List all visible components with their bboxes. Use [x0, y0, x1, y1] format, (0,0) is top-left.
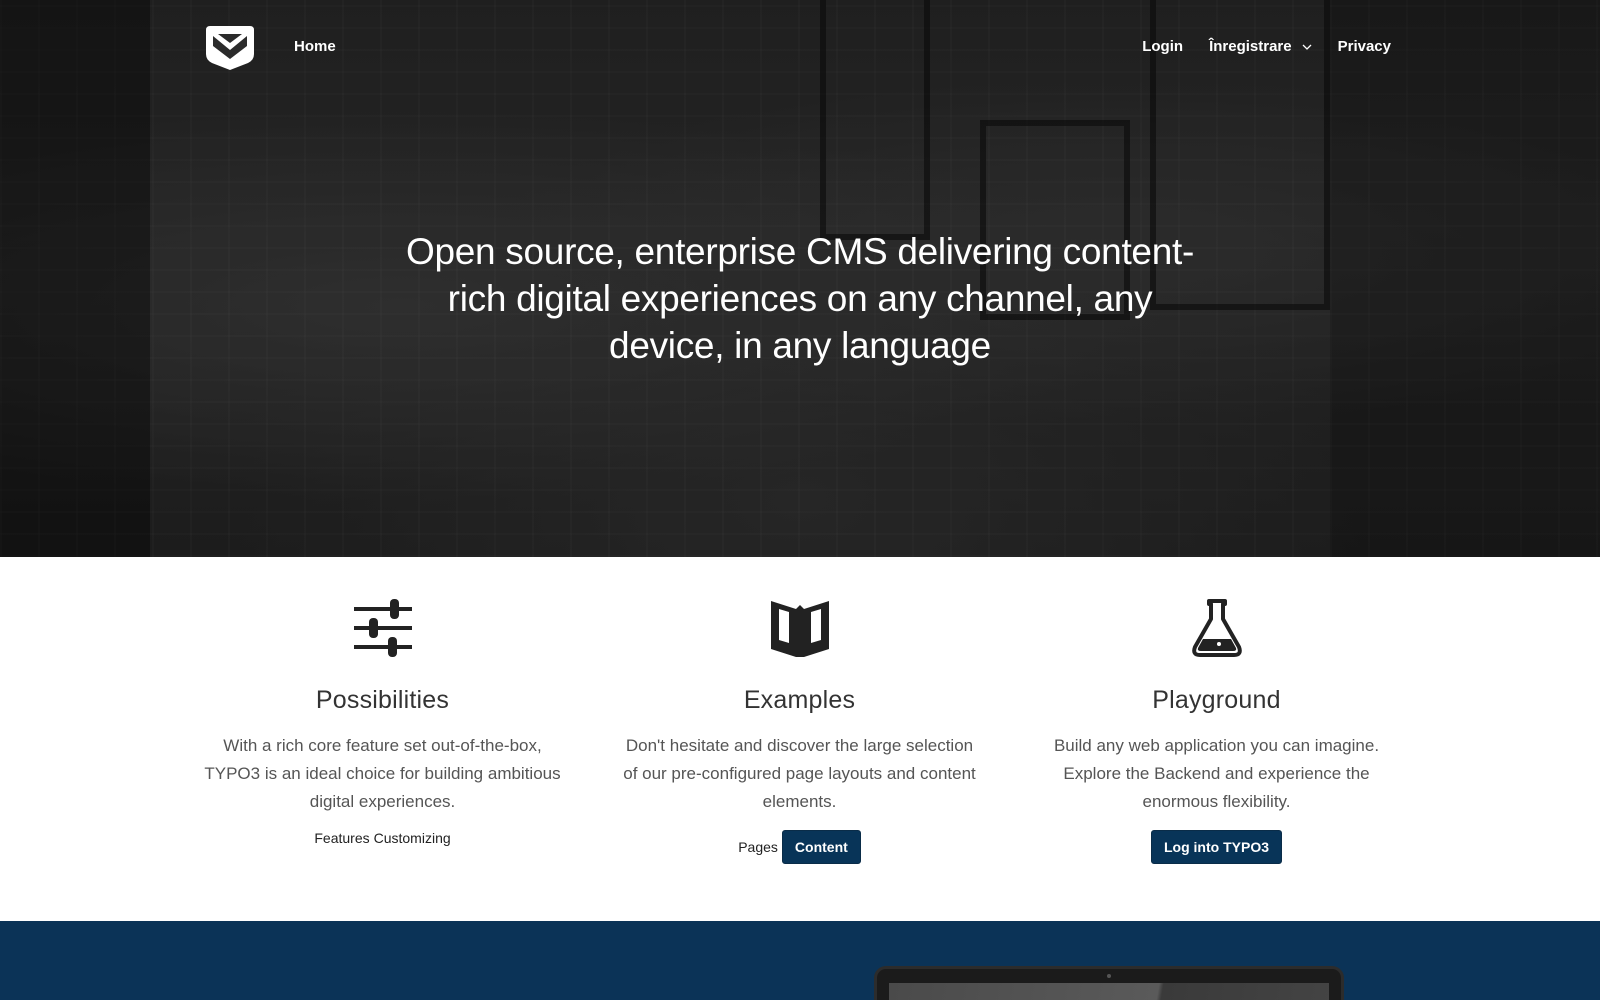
features-section: Possibilities With a rich core feature s…: [0, 557, 1600, 921]
content-button[interactable]: Content: [781, 830, 861, 864]
feature-description: Don't hesitate and discover the large se…: [623, 736, 976, 811]
feature-icon-wrapper: [617, 595, 982, 661]
nav-home-link[interactable]: Home: [294, 38, 336, 55]
hero-title: Open source, enterprise CMS delivering c…: [406, 231, 1194, 366]
nav-privacy-label: Privacy: [1337, 38, 1391, 55]
feature-description: With a rich core feature set out-of-the-…: [204, 736, 561, 811]
nav-register-dropdown[interactable]: Înregistrare: [1209, 38, 1312, 55]
pages-link[interactable]: Pages: [738, 839, 778, 855]
feature-title: Playground: [1152, 686, 1281, 714]
sliders-icon: [353, 599, 412, 657]
feature-playground: Playground Build any web application you…: [1034, 595, 1399, 864]
feature-actions: Log into TYPO3: [1034, 830, 1399, 864]
feature-actions: Pages Content: [617, 830, 982, 864]
hero-section: Home Login Înregistrare Privacy Open sou…: [0, 0, 1600, 557]
feature-icon-wrapper: [200, 595, 565, 661]
top-navigation: Home Login Înregistrare Privacy: [0, 0, 1600, 95]
feature-possibilities: Possibilities With a rich core feature s…: [200, 595, 565, 846]
feature-title: Examples: [743, 686, 856, 714]
feature-title: Possibilities: [315, 686, 450, 714]
chevron-down-icon: [1302, 44, 1312, 50]
laptop-screen: [889, 983, 1329, 1000]
showcase-section: [0, 921, 1600, 1000]
feature-examples: Examples Don't hesitate and discover the…: [617, 595, 982, 864]
login-typo3-button[interactable]: Log into TYPO3: [1151, 830, 1282, 864]
nav-register-label: Înregistrare: [1209, 38, 1292, 55]
feature-icon-wrapper: [1034, 595, 1399, 661]
feature-actions: Features Customizing: [200, 830, 565, 846]
nav-login-label: Login: [1142, 38, 1184, 55]
flask-icon: [1191, 599, 1242, 657]
logo-icon: [206, 26, 254, 70]
nav-privacy-link[interactable]: Privacy: [1338, 38, 1391, 55]
features-link[interactable]: Features: [314, 830, 369, 846]
book-icon: [770, 601, 829, 657]
nav-right-group: Login Înregistrare Privacy: [1142, 38, 1391, 55]
site-logo[interactable]: [204, 24, 256, 72]
laptop-image: [874, 966, 1344, 1000]
feature-description: Build any web application you can imagin…: [1053, 736, 1380, 811]
customizing-link[interactable]: Customizing: [374, 830, 451, 846]
laptop-camera: [1107, 974, 1111, 978]
nav-login-link[interactable]: Login: [1142, 38, 1183, 55]
